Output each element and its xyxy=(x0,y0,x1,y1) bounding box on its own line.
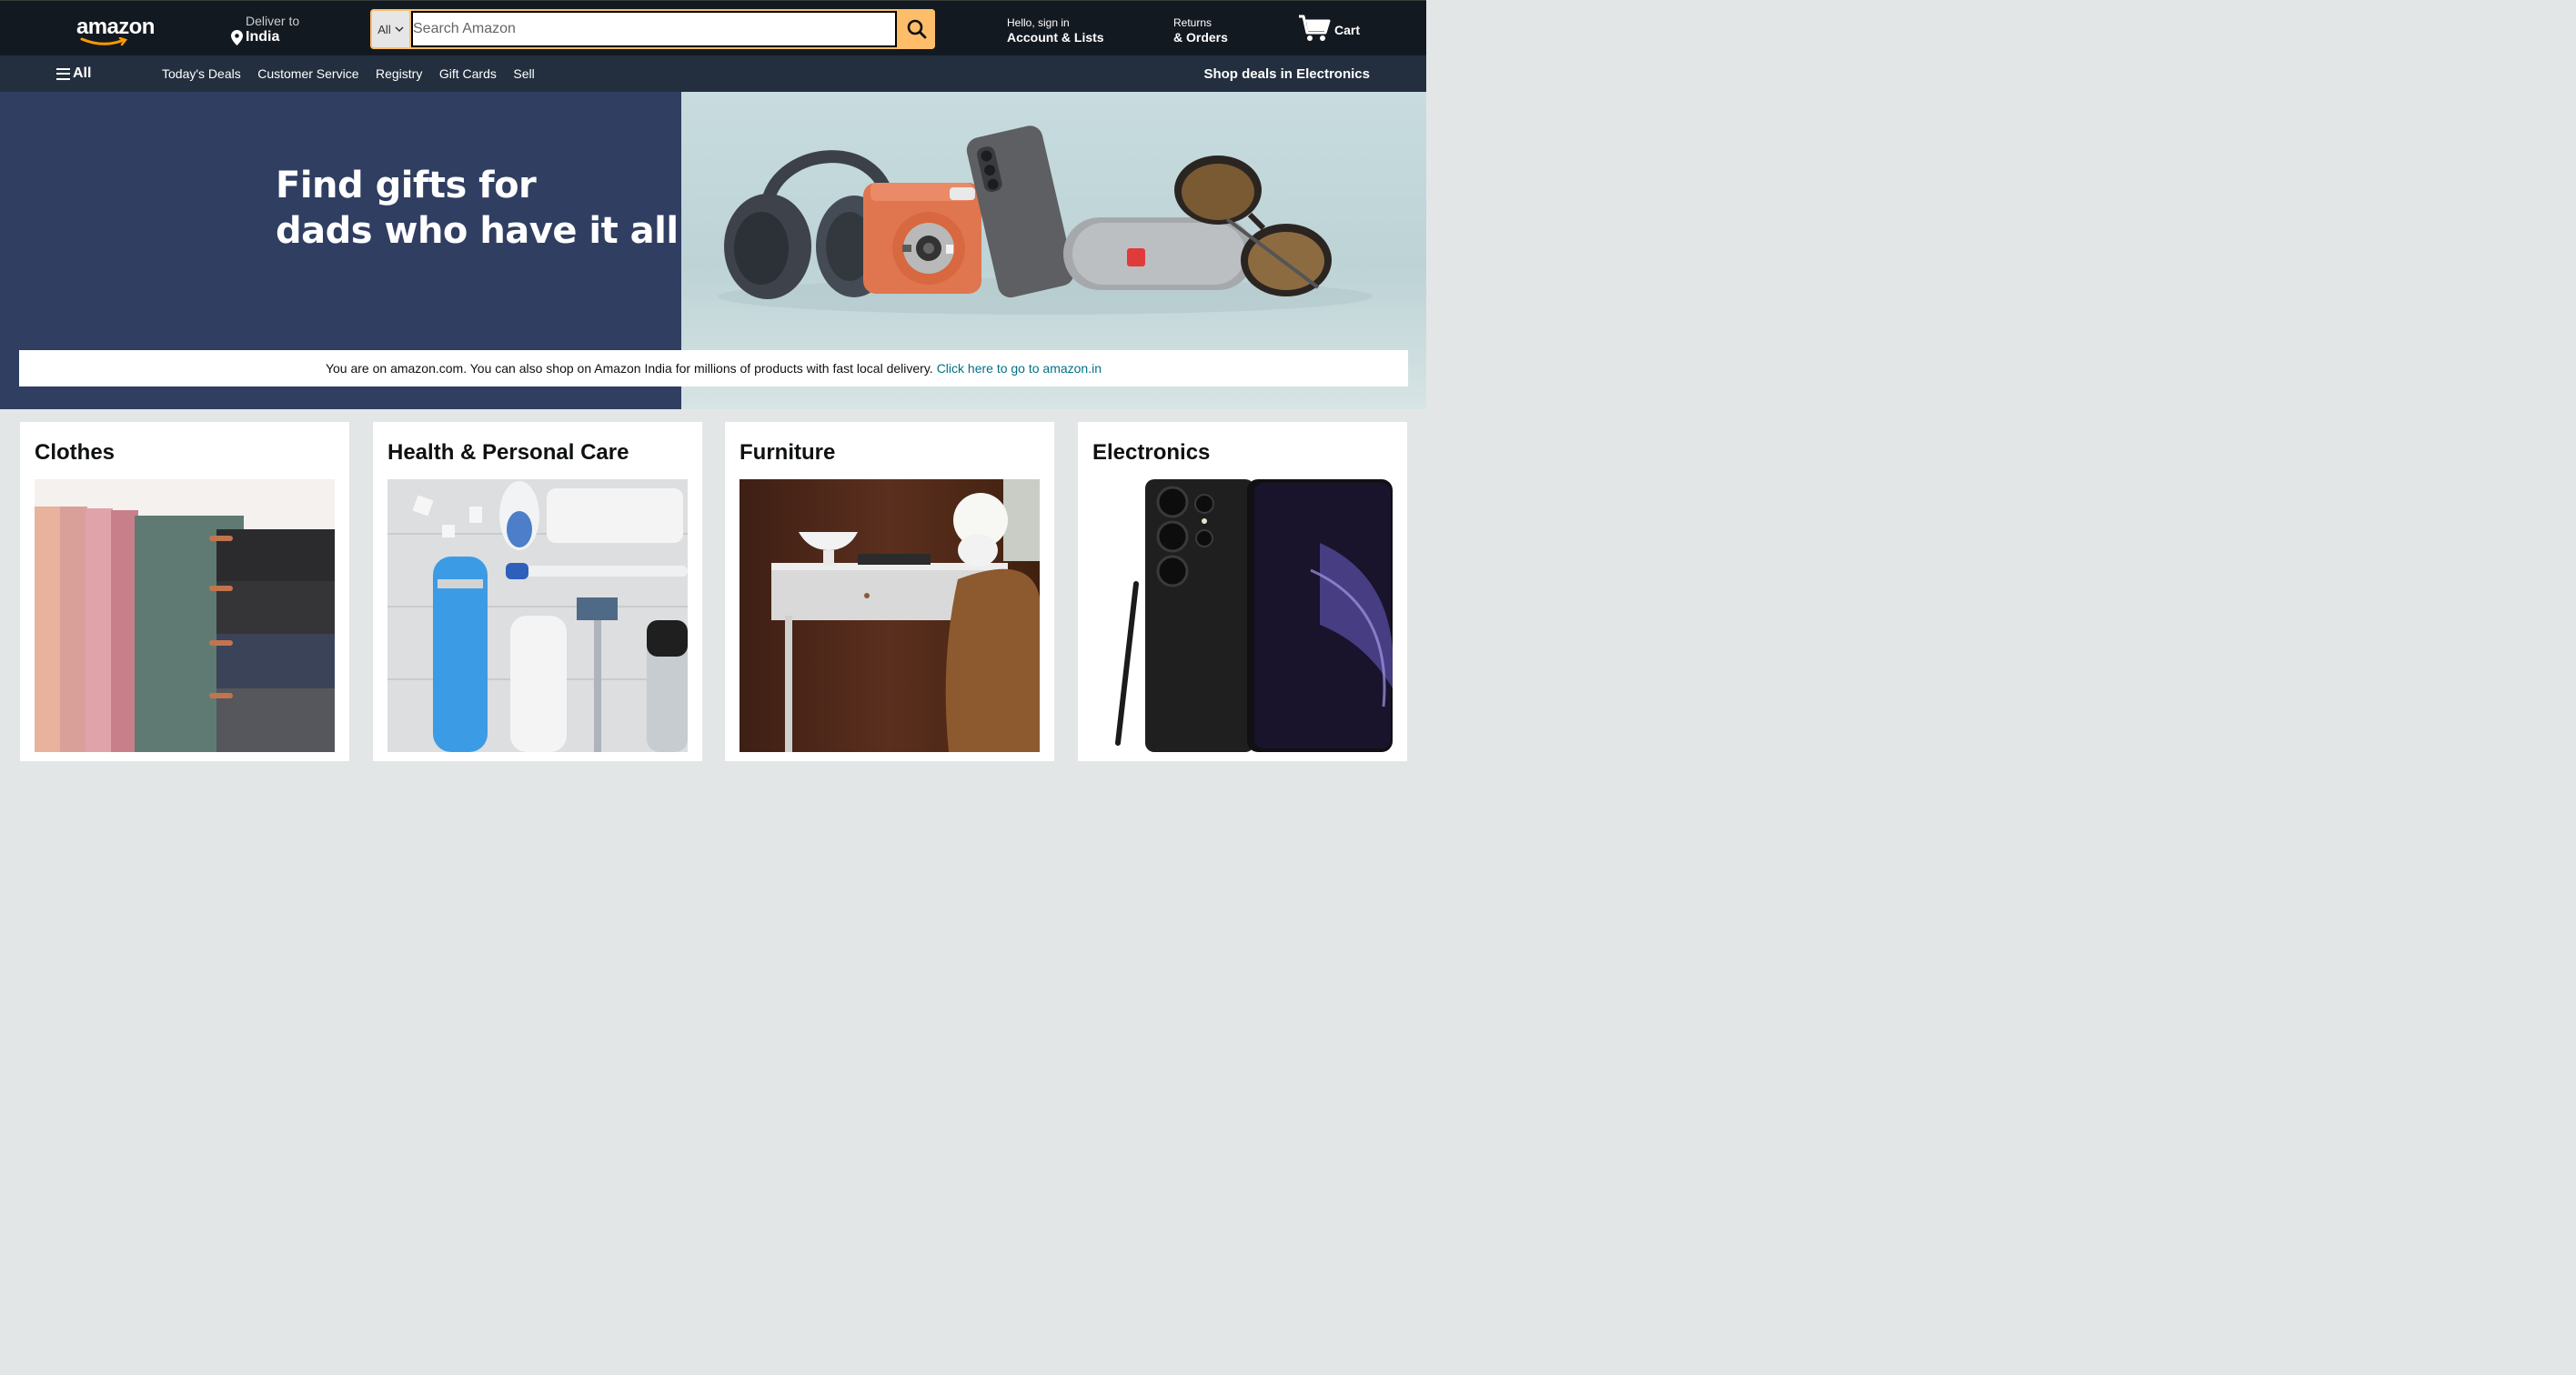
card-title: Health & Personal Care xyxy=(387,440,629,465)
clothes-image[interactable] xyxy=(35,479,335,752)
cart-link[interactable]: Cart xyxy=(1298,14,1360,43)
amazon-india-notice: You are on amazon.com. You can also shop… xyxy=(19,350,1408,386)
subnav-link-sell[interactable]: Sell xyxy=(513,66,534,81)
cart-icon xyxy=(1299,15,1331,41)
health-personal-care-image[interactable] xyxy=(387,479,688,752)
top-nav-bar: amazon Deliver to India All Search Amazo… xyxy=(0,0,1426,55)
category-card-furniture[interactable]: Furniture xyxy=(725,422,1054,761)
category-card-health[interactable]: Health & Personal Care xyxy=(373,422,702,761)
subnav-link-gift-cards[interactable]: Gift Cards xyxy=(439,66,497,81)
subnav-link-todays-deals[interactable]: Today's Deals xyxy=(162,66,241,81)
account-greeting: Hello, sign in xyxy=(1007,16,1070,29)
portable-speaker-image xyxy=(1063,217,1254,290)
chevron-down-icon xyxy=(395,25,404,32)
furniture-image[interactable] xyxy=(740,479,1040,752)
search-department-label: All xyxy=(377,22,391,36)
hamburger-icon xyxy=(56,67,70,80)
card-title: Electronics xyxy=(1092,440,1211,465)
account-lists-label: Account & Lists xyxy=(1007,30,1104,45)
category-card-clothes[interactable]: Clothes xyxy=(20,422,349,761)
card-title: Furniture xyxy=(740,440,836,465)
all-menu-button[interactable]: All xyxy=(56,65,91,82)
returns-orders-link[interactable]: Returns & Orders xyxy=(1173,16,1228,45)
deliver-to-location[interactable]: Deliver to India xyxy=(231,14,299,46)
amazon-india-link[interactable]: Click here to go to amazon.in xyxy=(937,361,1102,376)
cart-label: Cart xyxy=(1334,23,1361,37)
subnav-link-registry[interactable]: Registry xyxy=(376,66,422,81)
amazon-logo[interactable]: amazon xyxy=(76,14,155,46)
search-button[interactable] xyxy=(899,9,935,49)
hero-banner[interactable]: Find gifts for dads who have it all You … xyxy=(0,92,1426,409)
category-cards: Clothes Health & Personal Care Furniture… xyxy=(0,409,1426,761)
search-department-select[interactable]: All xyxy=(370,9,409,49)
page: amazon Deliver to India All Search Amazo… xyxy=(0,0,1426,761)
notice-text: You are on amazon.com. You can also shop… xyxy=(325,361,933,376)
category-card-electronics[interactable]: Electronics xyxy=(1078,422,1407,761)
hero-title-line-1: Find gifts for xyxy=(276,165,537,206)
hero-title: Find gifts for dads who have it all xyxy=(276,163,679,254)
instant-camera-image xyxy=(863,183,981,294)
deliver-to-label: Deliver to xyxy=(246,14,300,28)
account-lists-menu[interactable]: Hello, sign in Account & Lists xyxy=(1007,16,1104,45)
search-icon xyxy=(907,19,927,39)
deliver-location-text: India xyxy=(246,29,280,45)
secondary-nav-bar: All Today's Deals Customer Service Regis… xyxy=(0,55,1426,92)
shop-deals-electronics-link[interactable]: Shop deals in Electronics xyxy=(1203,66,1370,82)
search-input[interactable] xyxy=(409,9,899,49)
all-menu-label: All xyxy=(73,65,92,81)
logo-smile-icon xyxy=(80,37,128,46)
subnav-link-customer-service[interactable]: Customer Service xyxy=(257,66,358,81)
electronics-image[interactable] xyxy=(1092,479,1393,752)
search-bar: All xyxy=(370,9,935,49)
subnav-links: Today's Deals Customer Service Registry … xyxy=(162,66,551,81)
orders-label: & Orders xyxy=(1173,30,1228,45)
hero-title-line-2: dads who have it all xyxy=(276,210,679,252)
card-title: Clothes xyxy=(35,440,116,465)
location-pin-icon xyxy=(231,29,243,45)
returns-label: Returns xyxy=(1173,16,1213,29)
